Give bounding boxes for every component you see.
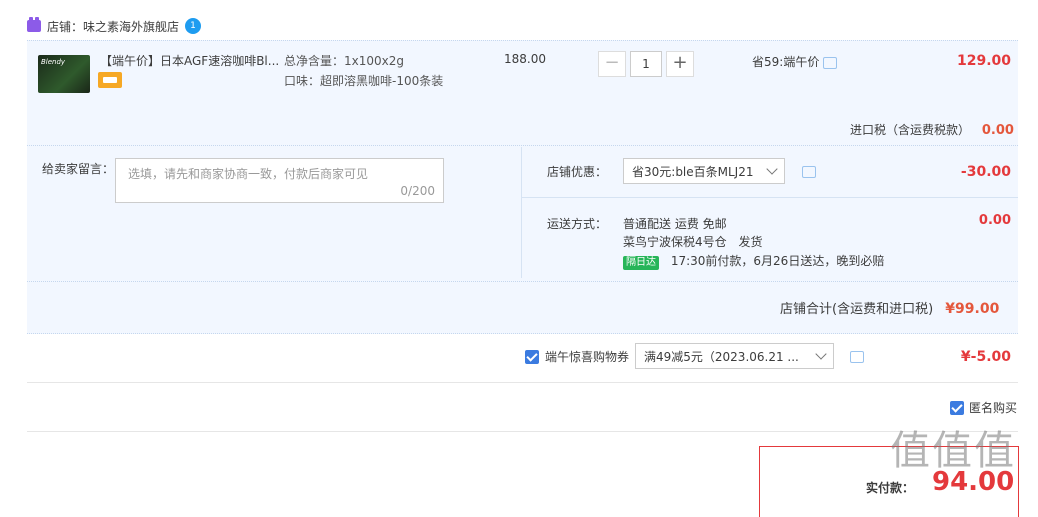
shop-discount-label: 店铺优惠： xyxy=(547,165,608,179)
increase-button[interactable]: + xyxy=(666,51,694,77)
shipping-value: 0.00 xyxy=(978,213,1011,228)
quantity-input[interactable]: 1 xyxy=(630,51,662,77)
anonymous-label: 匿名购买 xyxy=(969,401,1018,415)
chevron-down-icon xyxy=(815,348,827,360)
shipping-label: 运送方式： xyxy=(547,217,608,231)
express-badge: 隔日达 xyxy=(623,256,659,270)
saving-info: 省59:端午价 xyxy=(752,53,838,70)
divider xyxy=(27,382,1018,383)
payment-label: 实付款： xyxy=(866,481,915,495)
anonymous-checkbox[interactable] xyxy=(950,400,964,415)
original-price: 188.00 xyxy=(504,52,546,66)
divider xyxy=(522,197,1018,198)
shop-discount-select[interactable]: 省30元:ble百条MLJ21 xyxy=(623,158,785,184)
import-tax-label: 进口税（含运费税款） xyxy=(850,123,971,137)
subtotal-row: 店铺合计(含运费和进口税) ¥99.00 xyxy=(780,298,999,317)
chat-icon[interactable]: 1 xyxy=(185,18,202,34)
anonymous-row: 匿名购买 xyxy=(950,399,1017,416)
message-icon[interactable] xyxy=(823,56,838,69)
note-label: 给卖家留言： xyxy=(42,162,115,176)
product-image[interactable]: Blendy xyxy=(38,55,90,93)
import-tax-value: 0.00 xyxy=(981,123,1014,138)
divider xyxy=(521,147,522,278)
subtotal-label: 店铺合计(含运费和进口税) xyxy=(780,302,934,317)
product-title[interactable]: 【端午价】日本AGF速溶咖啡Bl... xyxy=(100,52,280,69)
shop-icon xyxy=(27,17,41,32)
warehouse-name: 菜鸟宁波保税4号仓 xyxy=(623,235,727,249)
coupon-row: 端午惊喜购物券 xyxy=(525,348,629,365)
saving-label: 省59:端午价 xyxy=(752,55,820,69)
shop-name[interactable]: 店铺：味之素海外旗舰店 xyxy=(47,18,179,35)
coupon-select[interactable]: 满49减5元（2023.06.21 ... xyxy=(635,343,834,369)
message-icon[interactable] xyxy=(802,166,816,178)
import-tax-row: 进口税（含运费税款） 0.00 xyxy=(850,121,1014,138)
coupon-value: ¥-5.00 xyxy=(960,349,1011,365)
product-spec-weight: 总净含量：1x100x2g xyxy=(284,54,404,68)
message-icon[interactable] xyxy=(850,351,864,363)
coupon-selected: 满49减5元（2023.06.21 ... xyxy=(644,349,799,364)
shipping-method: 普通配送 运费 免邮 xyxy=(623,217,727,231)
item-price: 129.00 xyxy=(956,53,1011,69)
seller-note-input[interactable]: 选填，请先和商家协商一致，付款后商家可见 0/200 xyxy=(115,158,444,203)
watermark: 值值值 xyxy=(890,428,1016,474)
shipping-origin: 菜鸟宁波保税4号仓 发货 xyxy=(623,233,762,250)
coupon-checkbox[interactable] xyxy=(525,349,539,364)
divider xyxy=(27,431,1018,432)
product-spec-flavor: 口味：超即溶黑咖啡-100条装 xyxy=(284,74,444,88)
shop-discount-value: -30.00 xyxy=(960,164,1011,180)
delivery-promise: 17:30前付款，6月26日送达，晚到必赔 xyxy=(670,254,885,268)
ship-note: 发货 xyxy=(738,235,763,249)
note-char-count: 0/200 xyxy=(400,184,435,198)
subtotal-value: ¥99.00 xyxy=(945,301,1000,317)
quantity-stepper: − 1 + xyxy=(598,51,694,77)
card-icon xyxy=(98,72,122,88)
shop-discount-selected: 省30元:ble百条MLJ21 xyxy=(632,164,754,179)
shop-header: 店铺：味之素海外旗舰店 1 xyxy=(27,16,202,36)
coupon-label: 端午惊喜购物券 xyxy=(545,350,630,364)
chevron-down-icon xyxy=(766,163,778,175)
delivery-info: 隔日达 17:30前付款，6月26日送达，晚到必赔 xyxy=(623,252,884,270)
decrease-button[interactable]: − xyxy=(598,51,626,77)
note-placeholder: 选填，请先和商家协商一致，付款后商家可见 xyxy=(128,167,369,181)
